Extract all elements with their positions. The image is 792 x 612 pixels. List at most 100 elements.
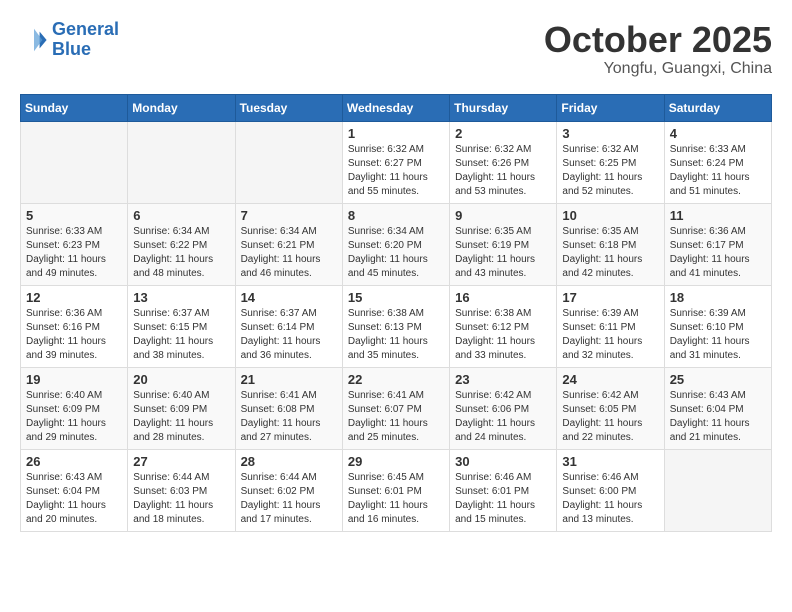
day-info: Sunrise: 6:34 AM Sunset: 6:20 PM Dayligh… [348,225,444,281]
day-number: 18 [670,290,766,305]
day-info: Sunrise: 6:41 AM Sunset: 6:07 PM Dayligh… [348,389,444,445]
calendar-cell: 10 Sunrise: 6:35 AM Sunset: 6:18 PM Dayli… [557,203,664,285]
day-info: Sunrise: 6:42 AM Sunset: 6:05 PM Dayligh… [562,389,658,445]
day-number: 11 [670,208,766,223]
day-info: Sunrise: 6:34 AM Sunset: 6:21 PM Dayligh… [241,225,337,281]
calendar-cell: 29 Sunrise: 6:45 AM Sunset: 6:01 PM Dayli… [342,449,449,531]
day-info: Sunrise: 6:42 AM Sunset: 6:06 PM Dayligh… [455,389,551,445]
day-info: Sunrise: 6:41 AM Sunset: 6:08 PM Dayligh… [241,389,337,445]
day-number: 28 [241,454,337,469]
weekday-header-saturday: Saturday [664,94,771,121]
day-number: 30 [455,454,551,469]
day-number: 10 [562,208,658,223]
day-info: Sunrise: 6:34 AM Sunset: 6:22 PM Dayligh… [133,225,229,281]
day-number: 21 [241,372,337,387]
day-info: Sunrise: 6:45 AM Sunset: 6:01 PM Dayligh… [348,471,444,527]
calendar-cell: 9Sunrise: 6:35 AM Sunset: 6:19 PM Daylig… [450,203,557,285]
calendar-cell: 18 Sunrise: 6:39 AM Sunset: 6:10 PM Dayli… [664,285,771,367]
calendar-cell: 26Sunrise: 6:43 AM Sunset: 6:04 PM Dayli… [21,449,128,531]
title-block: October 2025 Yongfu, Guangxi, China [544,20,772,78]
calendar-week-2: 5 Sunrise: 6:33 AM Sunset: 6:23 PM Daylig… [21,203,772,285]
day-info: Sunrise: 6:33 AM Sunset: 6:24 PM Dayligh… [670,143,766,199]
day-number: 25 [670,372,766,387]
day-number: 29 [348,454,444,469]
day-number: 6 [133,208,229,223]
calendar-cell: 11 Sunrise: 6:36 AM Sunset: 6:17 PM Dayli… [664,203,771,285]
calendar-cell: 4Sunrise: 6:33 AM Sunset: 6:24 PM Daylig… [664,121,771,203]
logo-text: General Blue [52,20,119,60]
day-number: 16 [455,290,551,305]
calendar-cell [21,121,128,203]
calendar-cell [664,449,771,531]
day-number: 8 [348,208,444,223]
day-info: Sunrise: 6:40 AM Sunset: 6:09 PM Dayligh… [26,389,122,445]
day-info: Sunrise: 6:39 AM Sunset: 6:11 PM Dayligh… [562,307,658,363]
day-number: 5 [26,208,122,223]
day-info: Sunrise: 6:36 AM Sunset: 6:17 PM Dayligh… [670,225,766,281]
day-info: Sunrise: 6:32 AM Sunset: 6:27 PM Dayligh… [348,143,444,199]
calendar-cell: 22 Sunrise: 6:41 AM Sunset: 6:07 PM Dayli… [342,367,449,449]
day-number: 23 [455,372,551,387]
calendar-cell: 25 Sunrise: 6:43 AM Sunset: 6:04 PM Dayli… [664,367,771,449]
calendar-cell: 19 Sunrise: 6:40 AM Sunset: 6:09 PM Dayli… [21,367,128,449]
calendar-cell: 17Sunrise: 6:39 AM Sunset: 6:11 PM Dayli… [557,285,664,367]
day-number: 24 [562,372,658,387]
day-info: Sunrise: 6:43 AM Sunset: 6:04 PM Dayligh… [670,389,766,445]
weekday-header-friday: Friday [557,94,664,121]
calendar-cell: 20 Sunrise: 6:40 AM Sunset: 6:09 PM Dayli… [128,367,235,449]
day-number: 22 [348,372,444,387]
calendar-cell: 5 Sunrise: 6:33 AM Sunset: 6:23 PM Daylig… [21,203,128,285]
day-number: 20 [133,372,229,387]
calendar-cell: 3Sunrise: 6:32 AM Sunset: 6:25 PM Daylig… [557,121,664,203]
calendar-cell: 15 Sunrise: 6:38 AM Sunset: 6:13 PM Dayli… [342,285,449,367]
day-number: 2 [455,126,551,141]
calendar-cell [235,121,342,203]
calendar-cell: 28 Sunrise: 6:44 AM Sunset: 6:02 PM Dayli… [235,449,342,531]
day-info: Sunrise: 6:46 AM Sunset: 6:01 PM Dayligh… [455,471,551,527]
calendar-cell: 16 Sunrise: 6:38 AM Sunset: 6:12 PM Dayli… [450,285,557,367]
day-number: 1 [348,126,444,141]
calendar-cell: 6 Sunrise: 6:34 AM Sunset: 6:22 PM Daylig… [128,203,235,285]
calendar-week-1: 1 Sunrise: 6:32 AM Sunset: 6:27 PM Daylig… [21,121,772,203]
day-info: Sunrise: 6:36 AM Sunset: 6:16 PM Dayligh… [26,307,122,363]
location: Yongfu, Guangxi, China [544,60,772,78]
day-number: 19 [26,372,122,387]
calendar-cell [128,121,235,203]
calendar-cell: 7 Sunrise: 6:34 AM Sunset: 6:21 PM Daylig… [235,203,342,285]
day-number: 15 [348,290,444,305]
day-number: 7 [241,208,337,223]
day-info: Sunrise: 6:40 AM Sunset: 6:09 PM Dayligh… [133,389,229,445]
day-info: Sunrise: 6:38 AM Sunset: 6:12 PM Dayligh… [455,307,551,363]
day-info: Sunrise: 6:44 AM Sunset: 6:03 PM Dayligh… [133,471,229,527]
calendar-cell: 8 Sunrise: 6:34 AM Sunset: 6:20 PM Daylig… [342,203,449,285]
page-header: General Blue October 2025 Yongfu, Guangx… [20,20,772,78]
day-info: Sunrise: 6:37 AM Sunset: 6:14 PM Dayligh… [241,307,337,363]
weekday-header-monday: Monday [128,94,235,121]
day-number: 12 [26,290,122,305]
day-number: 13 [133,290,229,305]
day-info: Sunrise: 6:39 AM Sunset: 6:10 PM Dayligh… [670,307,766,363]
calendar-cell: 12 Sunrise: 6:36 AM Sunset: 6:16 PM Dayli… [21,285,128,367]
calendar-cell: 31Sunrise: 6:46 AM Sunset: 6:00 PM Dayli… [557,449,664,531]
calendar-cell: 1 Sunrise: 6:32 AM Sunset: 6:27 PM Daylig… [342,121,449,203]
weekday-header-sunday: Sunday [21,94,128,121]
calendar-table: SundayMondayTuesdayWednesdayThursdayFrid… [20,94,772,532]
day-info: Sunrise: 6:35 AM Sunset: 6:18 PM Dayligh… [562,225,658,281]
weekday-header-thursday: Thursday [450,94,557,121]
day-info: Sunrise: 6:33 AM Sunset: 6:23 PM Dayligh… [26,225,122,281]
calendar-cell: 14 Sunrise: 6:37 AM Sunset: 6:14 PM Dayli… [235,285,342,367]
day-number: 9 [455,208,551,223]
day-number: 27 [133,454,229,469]
weekday-header-wednesday: Wednesday [342,94,449,121]
calendar-cell: 21 Sunrise: 6:41 AM Sunset: 6:08 PM Dayli… [235,367,342,449]
calendar-cell: 30 Sunrise: 6:46 AM Sunset: 6:01 PM Dayli… [450,449,557,531]
weekday-header-row: SundayMondayTuesdayWednesdayThursdayFrid… [21,94,772,121]
logo: General Blue [20,20,119,60]
day-number: 3 [562,126,658,141]
day-info: Sunrise: 6:38 AM Sunset: 6:13 PM Dayligh… [348,307,444,363]
day-number: 14 [241,290,337,305]
day-info: Sunrise: 6:32 AM Sunset: 6:26 PM Dayligh… [455,143,551,199]
calendar-cell: 2 Sunrise: 6:32 AM Sunset: 6:26 PM Daylig… [450,121,557,203]
day-info: Sunrise: 6:44 AM Sunset: 6:02 PM Dayligh… [241,471,337,527]
calendar-cell: 24 Sunrise: 6:42 AM Sunset: 6:05 PM Dayli… [557,367,664,449]
